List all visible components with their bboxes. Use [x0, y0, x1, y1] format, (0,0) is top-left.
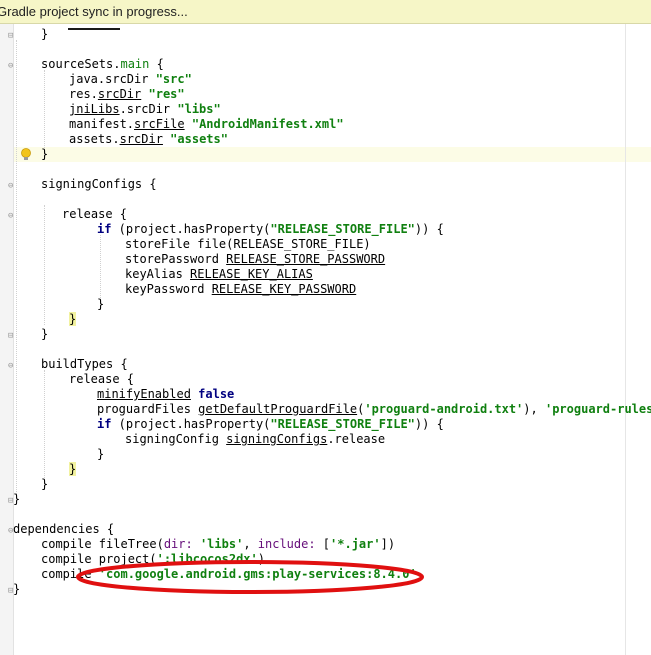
lightbulb-icon[interactable] — [20, 147, 32, 162]
code-line[interactable]: sourceSets.main { — [41, 57, 164, 72]
code-line[interactable]: } — [13, 492, 20, 507]
code-line[interactable]: jniLibs.srcDir "libs" — [69, 102, 221, 117]
fold-marker-icon[interactable]: ⊟ — [8, 29, 13, 44]
code-line[interactable]: assets.srcDir "assets" — [69, 132, 228, 147]
code-line[interactable]: proguardFiles getDefaultProguardFile('pr… — [97, 402, 651, 417]
code-line[interactable]: minifyEnabled false — [97, 387, 234, 402]
code-line[interactable]: } — [13, 582, 20, 597]
code-line[interactable]: } — [69, 312, 77, 327]
gradle-sync-banner: Gradle project sync in progress... — [0, 0, 651, 24]
code-line[interactable]: if (project.hasProperty("RELEASE_STORE_F… — [97, 417, 444, 432]
code-line[interactable]: signingConfig signingConfigs.release — [125, 432, 385, 447]
code-line[interactable]: storeFile file(RELEASE_STORE_FILE) — [125, 237, 371, 252]
code-line[interactable]: } — [41, 327, 48, 342]
code-line[interactable]: storePassword RELEASE_STORE_PASSWORD — [125, 252, 385, 267]
code-line[interactable]: } — [69, 462, 77, 477]
code-line[interactable]: } — [41, 477, 48, 492]
code-line[interactable]: buildTypes { — [41, 357, 128, 372]
code-line[interactable]: release { — [62, 207, 127, 222]
code-line[interactable]: release { — [69, 372, 134, 387]
fold-marker-icon[interactable]: ⊖ — [8, 359, 13, 374]
fold-marker-icon[interactable]: ⊟ — [8, 329, 13, 344]
code-line[interactable]: manifest.srcFile "AndroidManifest.xml" — [69, 117, 344, 132]
code-line[interactable]: } — [97, 297, 104, 312]
indent-guide — [16, 40, 17, 498]
right-margin-guide — [625, 24, 626, 655]
fold-marker-icon[interactable]: ⊖ — [8, 209, 13, 224]
code-line[interactable]: keyAlias RELEASE_KEY_ALIAS — [125, 267, 313, 282]
code-line[interactable]: java.srcDir "src" — [69, 72, 192, 87]
code-line[interactable]: signingConfigs { — [41, 177, 157, 192]
caret-line-highlight — [14, 147, 651, 162]
code-line[interactable]: compile fileTree(dir: 'libs', include: [… — [41, 537, 395, 552]
fold-marker-icon[interactable]: ⊖ — [8, 59, 13, 74]
indent-guide — [44, 205, 45, 325]
code-line[interactable]: if (project.hasProperty("RELEASE_STORE_F… — [97, 222, 444, 237]
red-annotation-ellipse — [76, 560, 424, 594]
code-line[interactable]: dependencies { — [13, 522, 114, 537]
code-line[interactable]: } — [97, 447, 104, 462]
fold-marker-icon[interactable]: ⊖ — [8, 179, 13, 194]
banner-text: Gradle project sync in progress... — [0, 4, 188, 19]
code-line[interactable]: keyPassword RELEASE_KEY_PASSWORD — [125, 282, 356, 297]
code-line[interactable]: } — [41, 27, 48, 42]
previous-line-fragment — [68, 28, 120, 30]
code-line[interactable]: } — [41, 147, 48, 162]
indent-guide — [44, 370, 45, 490]
code-line[interactable]: res.srcDir "res" — [69, 87, 185, 102]
